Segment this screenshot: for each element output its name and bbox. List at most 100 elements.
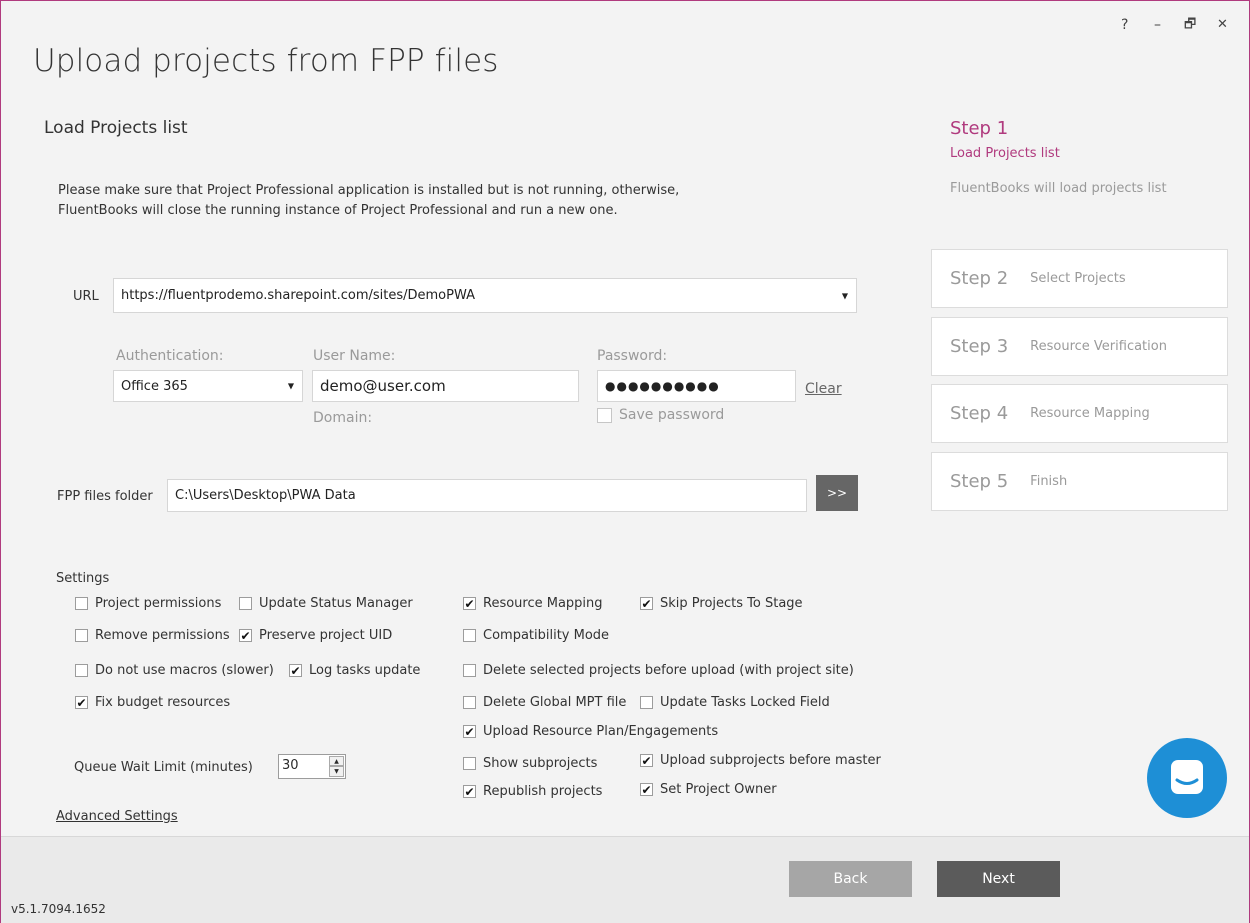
minimize-button[interactable]: – [1154,17,1161,33]
next-button[interactable]: Next [937,861,1060,897]
checkbox-box [463,696,476,709]
setting-checkbox[interactable]: Project permissions [75,596,221,611]
help-button[interactable]: ? [1121,17,1128,33]
checkbox-box [597,407,612,423]
spinner-down-icon[interactable]: ▼ [329,766,344,777]
step-number: Step 2 [950,268,1009,289]
checkmark-icon: ✔ [289,663,302,678]
username-label: User Name: [313,348,396,364]
password-value: ●●●●●●●●●● [605,379,720,393]
checkmark-icon: ✔ [463,724,476,739]
setting-label: Show subprojects [483,756,598,771]
setting-label: Fix budget resources [95,695,231,710]
authentication-value: Office 365 [121,378,188,394]
setting-label: Skip Projects To Stage [660,596,803,611]
setting-checkbox[interactable]: Update Tasks Locked Field [640,695,830,710]
spinner-up-icon[interactable]: ▲ [329,756,344,766]
setting-checkbox[interactable]: ✔ Republish projects [463,784,602,799]
fpp-folder-input[interactable]: C:\Users\Desktop\PWA Data [167,479,807,512]
setting-checkbox[interactable]: Delete Global MPT file [463,695,626,710]
checkbox-box [640,696,653,709]
queue-wait-spinner[interactable]: 30 ▲ ▼ [278,754,346,779]
save-password-checkbox[interactable]: Save password [597,407,724,423]
setting-label: Preserve project UID [259,628,393,643]
back-button[interactable]: Back [789,861,912,897]
url-dropdown[interactable]: https://fluentprodemo.sharepoint.com/sit… [113,278,857,313]
setting-checkbox[interactable]: ✔ Upload subprojects before master [640,753,881,768]
authentication-dropdown[interactable]: Office 365 ▼ [113,370,303,402]
step-name: Resource Verification [1030,339,1167,354]
version-label: v5.1.7094.1652 [11,902,106,916]
step-name: Finish [1030,474,1068,489]
settings-title: Settings [56,571,110,586]
setting-checkbox[interactable]: Remove permissions [75,628,230,643]
close-button[interactable]: ✕ [1217,17,1228,32]
setting-checkbox[interactable]: ✔ Set Project Owner [640,782,777,797]
url-label: URL [73,289,99,304]
step-name: Select Projects [1030,271,1126,286]
checkmark-icon: ✔ [640,596,653,611]
step-card-4[interactable]: Step 4 Resource Mapping [931,384,1228,443]
setting-label: Resource Mapping [483,596,603,611]
username-value: demo@user.com [320,377,446,395]
checkbox-box [463,664,476,677]
username-input[interactable]: demo@user.com [312,370,579,402]
clear-password-link[interactable]: Clear [805,381,842,397]
domain-label: Domain: [313,410,373,426]
setting-checkbox[interactable]: ✔ Log tasks update [289,663,420,678]
setting-checkbox[interactable]: ✔ Upload Resource Plan/Engagements [463,724,718,739]
checkmark-icon: ✔ [463,784,476,799]
step-card-5[interactable]: Step 5 Finish [931,452,1228,511]
setting-checkbox[interactable]: ✔ Skip Projects To Stage [640,596,803,611]
browse-button[interactable]: >> [816,475,858,511]
setting-label: Upload Resource Plan/Engagements [483,724,719,739]
setting-label: Do not use macros (slower) [95,663,274,678]
setting-label: Set Project Owner [660,782,777,797]
setting-label: Republish projects [483,784,603,799]
setting-checkbox[interactable]: Delete selected projects before upload (… [463,663,854,678]
chevron-down-icon: ▼ [287,381,294,391]
step-card-3[interactable]: Step 3 Resource Verification [931,317,1228,376]
restore-button[interactable]: 🗗 [1184,15,1196,37]
info-note: Please make sure that Project Profession… [58,181,758,221]
step-card-2[interactable]: Step 2 Select Projects [931,249,1228,308]
setting-label: Log tasks update [309,663,421,678]
setting-label: Project permissions [95,596,222,611]
setting-checkbox[interactable]: Compatibility Mode [463,628,609,643]
checkmark-icon: ✔ [640,753,653,768]
setting-label: Update Tasks Locked Field [660,695,830,710]
step-name: Resource Mapping [1030,406,1150,421]
setting-label: Update Status Manager [259,596,413,611]
setting-checkbox[interactable]: ✔ Resource Mapping [463,596,603,611]
setting-label: Upload subprojects before master [660,753,881,768]
setting-checkbox[interactable]: ✔ Preserve project UID [239,628,392,643]
current-step-number: Step 1 [950,118,1009,139]
url-value: https://fluentprodemo.sharepoint.com/sit… [121,288,475,303]
queue-wait-label: Queue Wait Limit (minutes) [74,760,253,775]
setting-label: Remove permissions [95,628,230,643]
section-title: Load Projects list [44,118,188,138]
password-label: Password: [597,348,668,364]
checkbox-box [463,757,476,770]
setting-checkbox[interactable]: ✔ Fix budget resources [75,695,230,710]
step-number: Step 4 [950,403,1009,424]
checkmark-icon: ✔ [75,695,88,710]
current-step-description: FluentBooks will load projects list [950,181,1167,196]
setting-checkbox[interactable]: Show subprojects [463,756,597,771]
queue-wait-value: 30 [282,758,299,773]
chat-button[interactable] [1147,738,1227,818]
step-number: Step 5 [950,471,1009,492]
fpp-folder-label: FPP files folder [57,489,153,504]
password-input[interactable]: ●●●●●●●●●● [597,370,796,402]
setting-label: Compatibility Mode [483,628,610,643]
checkbox-box [75,629,88,642]
setting-label: Delete selected projects before upload (… [483,663,854,678]
current-step-name: Load Projects list [950,146,1060,161]
setting-checkbox[interactable]: Update Status Manager [239,596,413,611]
step-number: Step 3 [950,336,1009,357]
advanced-settings-link[interactable]: Advanced Settings [56,809,178,824]
save-password-label: Save password [619,407,725,423]
note-line-1: Please make sure that Project Profession… [58,183,680,198]
setting-checkbox[interactable]: Do not use macros (slower) [75,663,274,678]
checkmark-icon: ✔ [640,782,653,797]
